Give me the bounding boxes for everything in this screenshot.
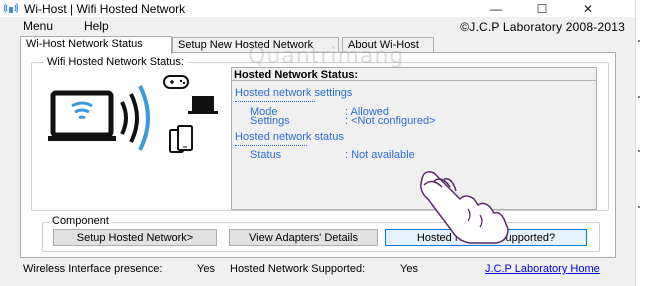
window-title: Wi-Host | Wifi Hosted Network	[24, 2, 186, 16]
jcp-home-link[interactable]: J.C.P Laboratory Home	[485, 263, 600, 275]
view-adapters-details-button[interactable]: View Adapters' Details	[229, 229, 378, 246]
status-group-label: Wifi Hosted Network Status:	[44, 56, 187, 68]
watermark-text: Quantrimang	[248, 44, 405, 69]
status-panel-divider	[231, 80, 597, 81]
menu-bar: Menu Help ©J.C.P Laboratory 2008-2013	[0, 17, 635, 35]
hosted-network-status-heading: Hosted network status	[235, 131, 344, 143]
hosted-network-settings-heading: Hosted network settings	[235, 87, 353, 99]
section-divider	[235, 101, 315, 102]
tab-wi-host-network-status[interactable]: Wi-Host Network Status	[20, 36, 172, 54]
edge-mark	[638, 40, 640, 42]
wireless-presence-label: Wireless Interface presence:	[23, 263, 163, 275]
status-bar: Wireless Interface presence: Yes Hosted …	[0, 260, 635, 278]
minimize-icon: —	[490, 1, 502, 16]
edge-mark	[638, 150, 640, 152]
hosted-supported-value: Yes	[400, 263, 418, 275]
hand-cursor-icon	[420, 171, 509, 244]
wifi-signal-app-icon	[4, 3, 18, 13]
background-window-edge	[635, 0, 647, 286]
signal-waves-icon	[120, 85, 150, 151]
gamepad-icon	[163, 75, 189, 89]
close-icon: ✕	[582, 1, 594, 16]
title-bar: Wi-Host | Wifi Hosted Network — ☐ ✕	[0, 0, 635, 17]
laptop-wifi-icon	[48, 90, 116, 141]
app-window: Wi-Host | Wifi Hosted Network — ☐ ✕ Menu…	[0, 0, 635, 286]
network-illustration	[48, 75, 218, 153]
status-value: : Not available	[345, 149, 415, 161]
hosted-supported-label: Hosted Network Supported:	[230, 263, 366, 275]
settings-label: Settings	[250, 115, 290, 127]
laptop-icon	[188, 96, 218, 114]
tablet-phone-icon	[169, 125, 193, 153]
copyright-text: ©J.C.P Laboratory 2008-2013	[460, 20, 625, 34]
menu-item-menu[interactable]: Menu	[23, 19, 53, 33]
wireless-presence-value: Yes	[197, 263, 215, 275]
menu-item-help[interactable]: Help	[84, 19, 109, 33]
maximize-icon: ☐	[536, 1, 548, 16]
maximize-button[interactable]: ☐	[522, 0, 562, 17]
component-group-label: Component	[49, 215, 112, 227]
edge-mark	[638, 206, 640, 208]
section-divider	[235, 145, 307, 146]
edge-mark	[638, 96, 640, 98]
close-button[interactable]: ✕	[568, 0, 608, 17]
setup-hosted-network-button[interactable]: Setup Hosted Network>	[53, 229, 217, 246]
settings-value: : <Not configured>	[345, 115, 436, 127]
minimize-button[interactable]: —	[476, 0, 516, 17]
status-label: Status	[250, 149, 282, 161]
